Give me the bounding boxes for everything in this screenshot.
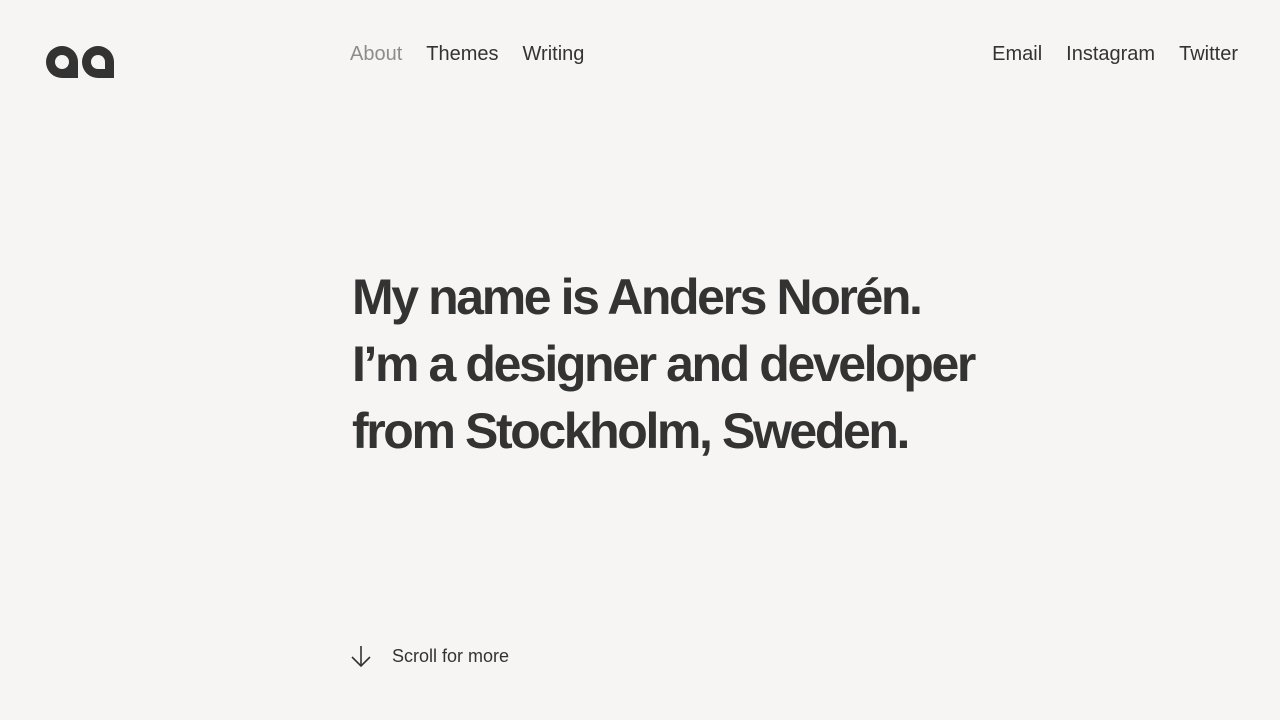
hero-line-name: My name is Anders Norén.: [352, 269, 923, 325]
primary-nav: About Themes Writing: [350, 40, 584, 68]
social-item-instagram[interactable]: Instagram: [1066, 40, 1155, 68]
nav-item-writing[interactable]: Writing: [523, 40, 585, 68]
hero-intro: My name is Anders Norén. I’m a designer …: [352, 264, 976, 465]
social-item-twitter[interactable]: Twitter: [1179, 40, 1238, 68]
scroll-label: Scroll for more: [392, 646, 510, 666]
social-nav: Email Instagram Twitter: [992, 40, 1238, 68]
site-logo[interactable]: [44, 44, 116, 80]
nav-item-themes[interactable]: Themes: [426, 40, 498, 68]
social-item-email[interactable]: Email: [992, 40, 1042, 68]
hero-line-location: from Stockholm, Sweden.: [352, 403, 910, 459]
hero-line-role: I’m a designer and developer: [352, 336, 976, 392]
logo-icon: [46, 46, 114, 78]
nav-item-about[interactable]: About: [350, 40, 402, 68]
arrow-down-icon: [351, 646, 371, 668]
scroll-for-more-link[interactable]: Scroll for more: [350, 644, 509, 668]
